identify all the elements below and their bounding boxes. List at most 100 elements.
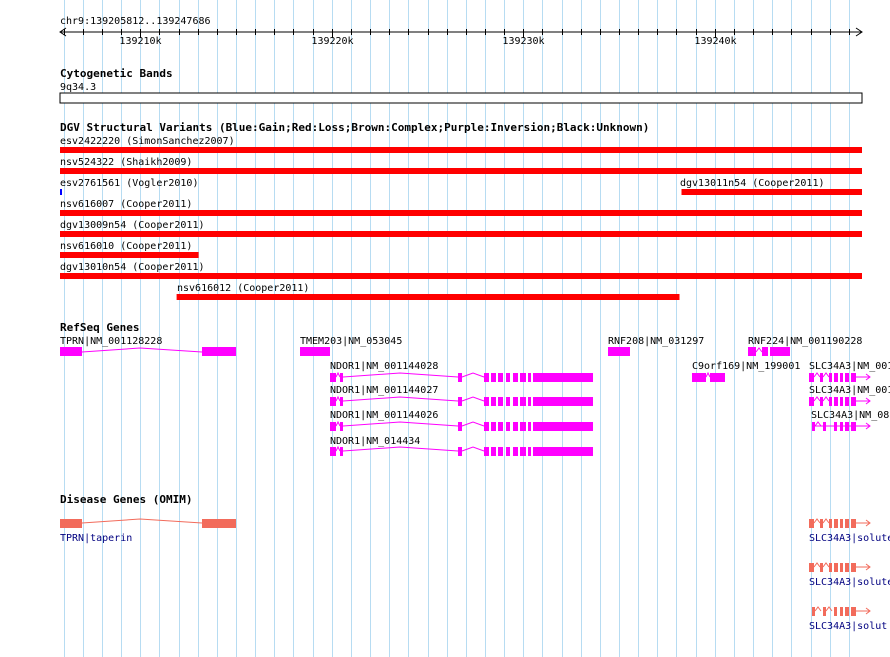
exon [520, 397, 526, 406]
dgv-track-title[interactable]: DGV Structural Variants (Blue:Gain;Red:L… [60, 121, 649, 134]
omim-gene-label[interactable]: SLC34A3|solute [809, 533, 890, 544]
dgv-variant-label[interactable]: dgv13010n54 (Cooper2011) [60, 262, 205, 273]
refseq-gene-tprn[interactable]: TPRN|NM_001128228 [60, 336, 236, 356]
omim-track: Disease Genes (OMIM) TPRN|taperin SLC34A… [60, 493, 890, 632]
omim-gene-slc34a3[interactable]: SLC34A3|solute [809, 518, 890, 544]
dgv-variant[interactable]: dgv13010n54 (Cooper2011) [60, 262, 862, 279]
dgv-variant-label[interactable]: nsv616010 (Cooper2011) [60, 241, 192, 252]
ruler-tick-label: 139230k [502, 36, 544, 47]
dgv-variant[interactable]: nsv616007 (Cooper2011) [60, 199, 862, 216]
refseq-gene-label[interactable]: C9orf169|NM_199001 [692, 361, 800, 372]
cytoband-bar[interactable] [59, 92, 863, 104]
refseq-gene-rnf224[interactable]: RNF224|NM_001190228 [748, 336, 862, 356]
dgv-variant-label[interactable]: nsv616012 (Cooper2011) [177, 283, 309, 294]
refseq-gene-rnf208[interactable]: RNF208|NM_031297 [608, 336, 704, 356]
omim-gene-slc34a3[interactable]: SLC34A3|solute [809, 562, 890, 588]
dgv-variant[interactable]: nsv616012 (Cooper2011) [176, 283, 680, 300]
refseq-gene-label[interactable]: NDOR1|NM_014434 [330, 436, 420, 447]
refseq-gene-label[interactable]: RNF208|NM_031297 [608, 336, 704, 347]
dgv-variant-bar[interactable] [60, 168, 862, 174]
dgv-variant[interactable]: nsv524322 (Shaikh2009) [60, 157, 862, 174]
dgv-variant-bar[interactable] [60, 147, 862, 153]
exon [834, 519, 838, 528]
refseq-gene-label[interactable]: NDOR1|NM_001144028 [330, 361, 438, 372]
refseq-gene-tmem203[interactable]: TMEM203|NM_053045 [300, 336, 402, 356]
omim-track-title[interactable]: Disease Genes (OMIM) [60, 493, 192, 506]
refseq-track-title[interactable]: RefSeq Genes [60, 321, 139, 334]
slc34a3-omim-model [812, 606, 871, 616]
exon [692, 373, 706, 382]
intron-line [461, 446, 485, 452]
exon [60, 519, 82, 528]
dgv-variant-label[interactable]: esv2422220 (SimonSanchez2007) [60, 136, 235, 147]
ruler-track: chr9:139205812..139247686 139210k 139220… [59, 16, 863, 47]
exon [809, 397, 814, 406]
dgv-variant[interactable]: nsv616010 (Cooper2011) [60, 241, 199, 258]
refseq-gene-label[interactable]: NDOR1|NM_001144027 [330, 385, 438, 396]
intron-line [342, 372, 459, 378]
refseq-gene-label[interactable]: SLC34A3|NM_001 [809, 385, 890, 396]
refseq-gene-label[interactable]: TPRN|NM_001128228 [60, 336, 162, 347]
refseq-gene-slc34a3[interactable]: SLC34A3|NM_001 [809, 361, 890, 382]
exon [458, 422, 462, 431]
dgv-variant-label[interactable]: nsv616007 (Cooper2011) [60, 199, 192, 210]
refseq-gene-slc34a3[interactable]: SLC34A3|NM_001 [809, 385, 890, 406]
omim-gene-label[interactable]: SLC34A3|solute [809, 577, 890, 588]
exon [520, 447, 526, 456]
cytoband-label: 9q34.3 [60, 82, 96, 93]
exon [608, 347, 630, 356]
refseq-gene-label[interactable]: TMEM203|NM_053045 [300, 336, 402, 347]
refseq-gene-ndor1[interactable]: NDOR1|NM_001144028 [330, 361, 593, 382]
refseq-gene-ndor1[interactable]: NDOR1|NM_001144027 [330, 385, 593, 406]
exon [498, 447, 503, 456]
ndor1-transcript-model [330, 395, 593, 406]
dgv-variant-bar[interactable] [176, 294, 680, 300]
exon [834, 607, 837, 616]
dgv-variant-bar[interactable] [60, 231, 862, 237]
refseq-gene-label[interactable]: NDOR1|NM_001144026 [330, 410, 438, 421]
dgv-variant[interactable]: dgv13009n54 (Cooper2011) [60, 220, 862, 237]
exon [533, 422, 593, 431]
intron-line [822, 562, 830, 568]
dgv-variant[interactable]: esv2422220 (SimonSanchez2007) [60, 136, 862, 153]
dgv-variant-label[interactable]: dgv13009n54 (Cooper2011) [60, 220, 205, 231]
exon [809, 373, 814, 382]
intron-line [814, 421, 822, 427]
refseq-track: RefSeq Genes TPRN|NM_001128228 TMEM203|N… [60, 321, 890, 456]
refseq-gene-ndor1[interactable]: NDOR1|NM_014434 [330, 436, 593, 456]
exon [528, 373, 531, 382]
refseq-gene-ndor1[interactable]: NDOR1|NM_001144026 [330, 410, 593, 431]
dgv-variant[interactable]: esv2761561 (Vogler2010) [60, 178, 198, 195]
intron-line [822, 396, 830, 402]
omim-gene-label[interactable]: TPRN|taperin [60, 533, 132, 544]
exon [812, 422, 815, 431]
refseq-gene-slc34a3[interactable]: SLC34A3|NM_08 [811, 410, 889, 431]
dgv-variant-bar[interactable] [60, 273, 862, 279]
exon [484, 422, 489, 431]
omim-gene-tprn[interactable]: TPRN|taperin [60, 518, 236, 544]
ndor1-transcript-model [330, 371, 593, 382]
exon [491, 373, 496, 382]
refseq-gene-label[interactable]: RNF224|NM_001190228 [748, 336, 862, 347]
exon [506, 373, 510, 382]
refseq-gene-c9orf169[interactable]: C9orf169|NM_199001 [692, 361, 800, 382]
omim-gene-label[interactable]: SLC34A3|solut [809, 621, 887, 632]
dgv-variant-label[interactable]: esv2761561 (Vogler2010) [60, 178, 198, 189]
intron-line [814, 606, 822, 612]
refseq-gene-label[interactable]: SLC34A3|NM_001 [809, 361, 890, 372]
exon [491, 447, 496, 456]
intron-line [825, 606, 833, 612]
exon [202, 519, 236, 528]
ndor1-transcript-model [330, 420, 593, 431]
refseq-gene-label[interactable]: SLC34A3|NM_08 [811, 410, 889, 421]
dgv-variant-bar[interactable] [60, 252, 199, 258]
omim-gene-slc34a3[interactable]: SLC34A3|solut [809, 606, 887, 632]
dgv-variant-bar[interactable] [60, 189, 62, 195]
dgv-variant-label[interactable]: dgv13011n54 (Cooper2011) [680, 178, 825, 189]
dgv-variant-label[interactable]: nsv524322 (Shaikh2009) [60, 157, 192, 168]
dgv-variant[interactable]: dgv13011n54 (Cooper2011) [680, 178, 862, 195]
exon [834, 422, 837, 431]
cytoband-track-title[interactable]: Cytogenetic Bands [60, 67, 173, 80]
dgv-variant-bar[interactable] [60, 210, 862, 216]
dgv-variant-bar[interactable] [681, 189, 863, 195]
